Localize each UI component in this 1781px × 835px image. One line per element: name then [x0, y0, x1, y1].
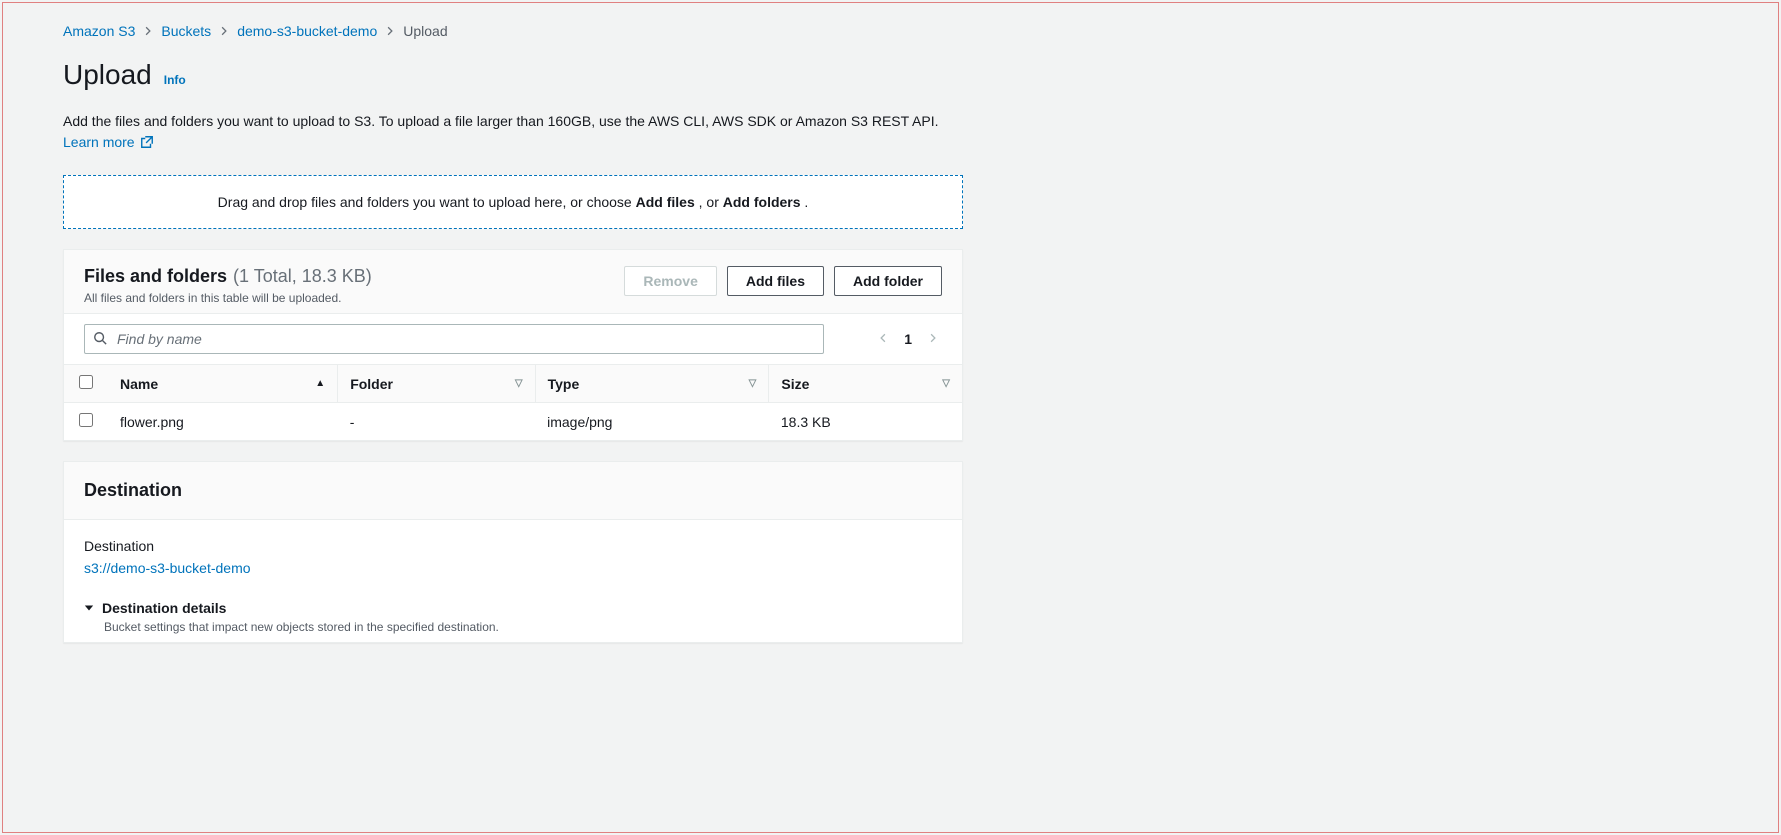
drop-zone[interactable]: Drag and drop files and folders you want…: [63, 175, 963, 229]
sort-icon: ▽: [942, 378, 950, 389]
chevron-right-icon: [385, 23, 395, 39]
learn-more-link[interactable]: Learn more: [63, 134, 154, 150]
add-folder-button[interactable]: Add folder: [834, 266, 942, 296]
caret-down-icon: [84, 600, 94, 616]
cell-folder: -: [338, 403, 535, 441]
sort-icon: ▽: [749, 378, 757, 389]
prev-page-button: [878, 331, 888, 348]
page-description: Add the files and folders you want to up…: [63, 111, 963, 155]
destination-panel: Destination Destination s3://demo-s3-buc…: [63, 461, 963, 643]
search-input[interactable]: [113, 329, 815, 349]
sort-asc-icon: ▲: [315, 378, 325, 389]
panel-title: Files and folders: [84, 266, 227, 287]
cell-name: flower.png: [108, 403, 338, 441]
panel-count: (1 Total, 18.3 KB): [233, 266, 372, 287]
page-number: 1: [904, 331, 912, 347]
drop-zone-text-prefix: Drag and drop files and folders you want…: [218, 194, 636, 210]
page-title: Upload: [63, 59, 152, 91]
drop-zone-add-files: Add files: [636, 194, 695, 210]
destination-label: Destination: [84, 538, 942, 554]
col-size[interactable]: Size ▽: [769, 365, 962, 403]
breadcrumb-link-amazon-s3[interactable]: Amazon S3: [63, 23, 135, 39]
info-link[interactable]: Info: [164, 73, 186, 87]
panel-subtitle: All files and folders in this table will…: [84, 291, 372, 305]
cell-size: 18.3 KB: [769, 403, 962, 441]
files-folders-panel: Files and folders (1 Total, 18.3 KB) All…: [63, 249, 963, 441]
pagination: 1: [878, 331, 942, 348]
breadcrumb-link-buckets[interactable]: Buckets: [161, 23, 211, 39]
destination-details-toggle[interactable]: Destination details: [84, 600, 942, 616]
table-row[interactable]: flower.png - image/png 18.3 KB: [64, 403, 962, 441]
cell-type: image/png: [535, 403, 769, 441]
col-folder[interactable]: Folder ▽: [338, 365, 535, 403]
description-text: Add the files and folders you want to up…: [63, 113, 939, 129]
files-table: Name ▲ Folder ▽ Type ▽: [64, 364, 962, 440]
destination-panel-title: Destination: [84, 480, 182, 501]
chevron-right-icon: [143, 23, 153, 39]
search-icon: [93, 331, 107, 348]
external-link-icon: [140, 134, 154, 155]
breadcrumb-link-bucket-name[interactable]: demo-s3-bucket-demo: [237, 23, 377, 39]
destination-details-subtitle: Bucket settings that impact new objects …: [104, 620, 942, 634]
col-type[interactable]: Type ▽: [535, 365, 769, 403]
select-all-checkbox[interactable]: [79, 375, 93, 389]
add-files-button[interactable]: Add files: [727, 266, 824, 296]
chevron-right-icon: [219, 23, 229, 39]
remove-button: Remove: [624, 266, 716, 296]
drop-zone-text-mid: , or: [699, 194, 723, 210]
destination-link[interactable]: s3://demo-s3-bucket-demo: [84, 560, 251, 576]
search-field-wrap[interactable]: [84, 324, 824, 354]
drop-zone-add-folders: Add folders: [723, 194, 801, 210]
drop-zone-text-suffix: .: [804, 194, 808, 210]
breadcrumb: Amazon S3 Buckets demo-s3-bucket-demo Up…: [63, 23, 963, 39]
sort-icon: ▽: [515, 378, 523, 389]
next-page-button: [928, 331, 938, 348]
col-name[interactable]: Name ▲: [108, 365, 338, 403]
breadcrumb-current: Upload: [403, 23, 447, 39]
row-checkbox[interactable]: [79, 413, 93, 427]
